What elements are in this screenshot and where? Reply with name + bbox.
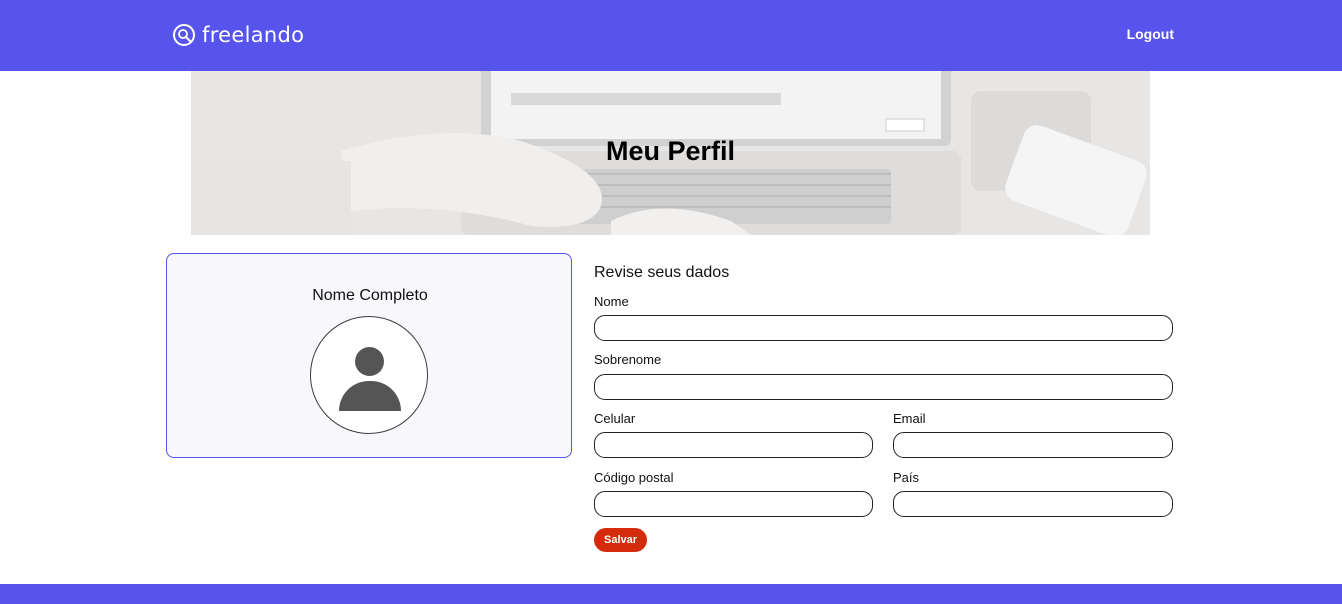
codigo-postal-label: Código postal bbox=[594, 470, 674, 485]
sobrenome-input[interactable] bbox=[594, 374, 1173, 400]
footer-bar bbox=[0, 584, 1342, 604]
page-title: Meu Perfil bbox=[605, 136, 736, 166]
profile-card: Nome Completo bbox=[166, 253, 572, 458]
nome-label: Nome bbox=[594, 294, 629, 309]
brand-logo[interactable]: freelando bbox=[172, 21, 304, 49]
pais-label: País bbox=[893, 470, 920, 485]
profile-banner: Meu Perfil bbox=[191, 71, 1150, 235]
avatar-body-shape bbox=[339, 381, 401, 411]
pais-input[interactable] bbox=[893, 491, 1173, 517]
codigo-postal-input[interactable] bbox=[594, 491, 873, 517]
celular-label: Celular bbox=[594, 411, 636, 426]
nome-input[interactable] bbox=[594, 315, 1173, 341]
profile-full-name: Nome Completo bbox=[312, 287, 428, 304]
freelando-logo-icon bbox=[173, 24, 195, 46]
top-nav-bar: freelando Logout bbox=[0, 0, 1342, 71]
email-input[interactable] bbox=[893, 432, 1173, 458]
avatar-head-shape bbox=[355, 347, 384, 376]
celular-input[interactable] bbox=[594, 432, 873, 458]
email-label: Email bbox=[893, 411, 926, 426]
user-avatar-icon bbox=[310, 316, 428, 434]
brand-name: freelando bbox=[202, 23, 305, 47]
logout-link[interactable]: Logout bbox=[1118, 26, 1174, 42]
save-button[interactable]: Salvar bbox=[594, 528, 647, 552]
profile-form: Revise seus dados Nome Sobrenome Celular… bbox=[594, 264, 1174, 564]
form-title: Revise seus dados bbox=[594, 264, 730, 281]
sobrenome-label: Sobrenome bbox=[594, 352, 662, 367]
